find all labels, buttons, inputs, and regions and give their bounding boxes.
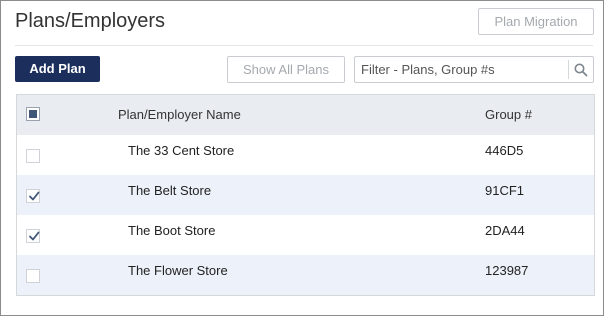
table-row[interactable]: The 33 Cent Store 446D5 bbox=[17, 135, 594, 175]
filter-input[interactable]: Filter - Plans, Group #s bbox=[354, 56, 594, 83]
header-divider bbox=[15, 45, 593, 46]
plans-table: Plan/Employer Name Group # The 33 Cent S… bbox=[16, 94, 595, 296]
column-header-name[interactable]: Plan/Employer Name bbox=[118, 95, 241, 135]
row-checkbox[interactable] bbox=[26, 189, 40, 203]
filter-separator bbox=[568, 60, 569, 79]
plan-migration-button[interactable]: Plan Migration bbox=[478, 8, 594, 35]
column-header-group[interactable]: Group # bbox=[485, 95, 532, 135]
table-header-row: Plan/Employer Name Group # bbox=[17, 95, 594, 135]
row-checkbox[interactable] bbox=[26, 269, 40, 283]
plans-employers-panel: Plans/Employers Plan Migration Add Plan … bbox=[0, 0, 604, 316]
checkmark-icon bbox=[29, 191, 40, 201]
checkmark-icon bbox=[29, 231, 40, 241]
group-number-cell: 91CF1 bbox=[485, 183, 525, 198]
table-row[interactable]: The Boot Store 2DA44 bbox=[17, 215, 594, 255]
search-icon[interactable] bbox=[573, 62, 589, 78]
page-title: Plans/Employers bbox=[15, 10, 166, 32]
plan-name-cell: The Flower Store bbox=[128, 263, 228, 278]
select-all-checkbox[interactable] bbox=[26, 107, 40, 121]
plan-name-cell: The Belt Store bbox=[128, 183, 212, 198]
plan-name-cell: The 33 Cent Store bbox=[128, 143, 235, 158]
plan-name-cell: The Boot Store bbox=[128, 223, 216, 238]
group-number-cell: 446D5 bbox=[485, 143, 524, 158]
row-checkbox[interactable] bbox=[26, 229, 40, 243]
filter-placeholder: Filter - Plans, Group #s bbox=[361, 62, 495, 77]
row-checkbox[interactable] bbox=[26, 149, 40, 163]
group-number-cell: 123987 bbox=[485, 263, 529, 278]
show-all-plans-button[interactable]: Show All Plans bbox=[227, 56, 345, 83]
table-row[interactable]: The Flower Store 123987 bbox=[17, 255, 594, 295]
group-number-cell: 2DA44 bbox=[485, 223, 525, 238]
add-plan-button[interactable]: Add Plan bbox=[15, 56, 100, 82]
indeterminate-mark-icon bbox=[29, 110, 37, 118]
table-row[interactable]: The Belt Store 91CF1 bbox=[17, 175, 594, 215]
